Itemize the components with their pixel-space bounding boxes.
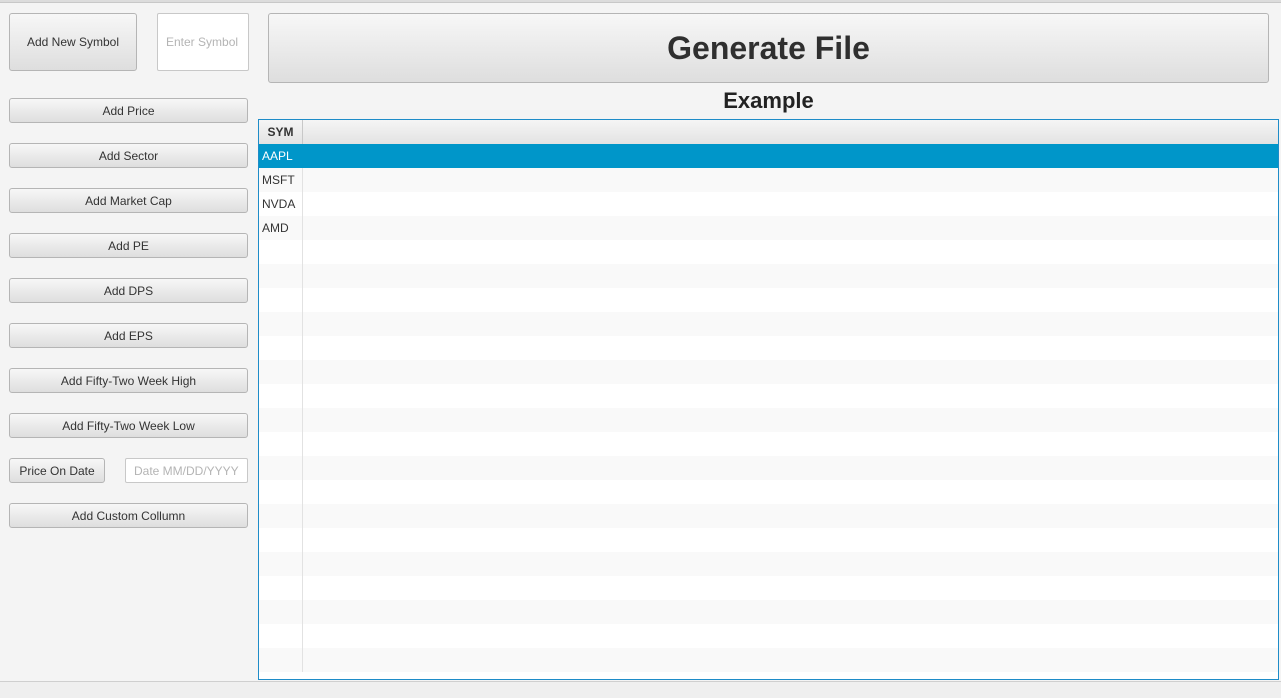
add-price-button[interactable]: Add Price bbox=[9, 98, 248, 123]
sym-cell bbox=[259, 528, 303, 552]
symbol-input[interactable] bbox=[157, 13, 249, 71]
sym-cell bbox=[259, 600, 303, 624]
table-row[interactable]: MSFT bbox=[259, 168, 1278, 192]
empty-table-row[interactable] bbox=[259, 528, 1278, 552]
sym-cell: NVDA bbox=[259, 192, 303, 216]
sym-cell bbox=[259, 240, 303, 264]
sym-cell bbox=[259, 264, 303, 288]
empty-table-row[interactable] bbox=[259, 456, 1278, 480]
add-market-cap-button[interactable]: Add Market Cap bbox=[9, 188, 248, 213]
sym-cell bbox=[259, 648, 303, 672]
sym-cell bbox=[259, 408, 303, 432]
empty-table-row[interactable] bbox=[259, 264, 1278, 288]
window-top-edge bbox=[0, 0, 1281, 3]
date-input[interactable] bbox=[125, 458, 248, 483]
column-header-sym[interactable]: SYM bbox=[259, 120, 303, 144]
sym-cell bbox=[259, 312, 303, 336]
sym-cell bbox=[259, 360, 303, 384]
table-title: Example bbox=[723, 88, 814, 113]
empty-table-row[interactable] bbox=[259, 432, 1278, 456]
add-52-week-low-button[interactable]: Add Fifty-Two Week Low bbox=[9, 413, 248, 438]
table-header: SYM bbox=[259, 120, 1278, 145]
sym-cell bbox=[259, 552, 303, 576]
add-custom-column-button[interactable]: Add Custom Collumn bbox=[9, 503, 248, 528]
empty-table-row[interactable] bbox=[259, 480, 1278, 504]
sym-cell bbox=[259, 576, 303, 600]
sym-cell: AAPL bbox=[259, 144, 303, 168]
add-sector-button[interactable]: Add Sector bbox=[9, 143, 248, 168]
empty-table-row[interactable] bbox=[259, 312, 1278, 336]
symbol-table[interactable]: SYM AAPL MSFT NVDA AMD bbox=[258, 119, 1279, 680]
table-body: AAPL MSFT NVDA AMD bbox=[259, 144, 1278, 672]
price-on-date-button[interactable]: Price On Date bbox=[9, 458, 105, 483]
sym-cell: AMD bbox=[259, 216, 303, 240]
table-row[interactable]: AAPL bbox=[259, 144, 1278, 168]
window-bottom-edge bbox=[0, 681, 1281, 698]
sym-cell: MSFT bbox=[259, 168, 303, 192]
sym-cell bbox=[259, 288, 303, 312]
empty-table-row[interactable] bbox=[259, 576, 1278, 600]
empty-table-row[interactable] bbox=[259, 288, 1278, 312]
empty-table-row[interactable] bbox=[259, 624, 1278, 648]
empty-table-row[interactable] bbox=[259, 360, 1278, 384]
add-52-week-high-button[interactable]: Add Fifty-Two Week High bbox=[9, 368, 248, 393]
table-row[interactable]: AMD bbox=[259, 216, 1278, 240]
generate-file-button[interactable]: Generate File bbox=[268, 13, 1269, 83]
add-eps-button[interactable]: Add EPS bbox=[9, 323, 248, 348]
empty-table-row[interactable] bbox=[259, 384, 1278, 408]
empty-table-row[interactable] bbox=[259, 504, 1278, 528]
empty-table-row[interactable] bbox=[259, 408, 1278, 432]
empty-table-row[interactable] bbox=[259, 600, 1278, 624]
sym-cell bbox=[259, 624, 303, 648]
add-new-symbol-button[interactable]: Add New Symbol bbox=[9, 13, 137, 71]
empty-table-row[interactable] bbox=[259, 648, 1278, 672]
sym-cell bbox=[259, 432, 303, 456]
add-pe-button[interactable]: Add PE bbox=[9, 233, 248, 258]
sym-cell bbox=[259, 504, 303, 528]
empty-table-row[interactable] bbox=[259, 552, 1278, 576]
add-dps-button[interactable]: Add DPS bbox=[9, 278, 248, 303]
sym-cell bbox=[259, 480, 303, 504]
sym-cell bbox=[259, 456, 303, 480]
sym-cell bbox=[259, 384, 303, 408]
empty-table-row[interactable] bbox=[259, 336, 1278, 360]
empty-table-row[interactable] bbox=[259, 240, 1278, 264]
sym-cell bbox=[259, 336, 303, 360]
table-row[interactable]: NVDA bbox=[259, 192, 1278, 216]
